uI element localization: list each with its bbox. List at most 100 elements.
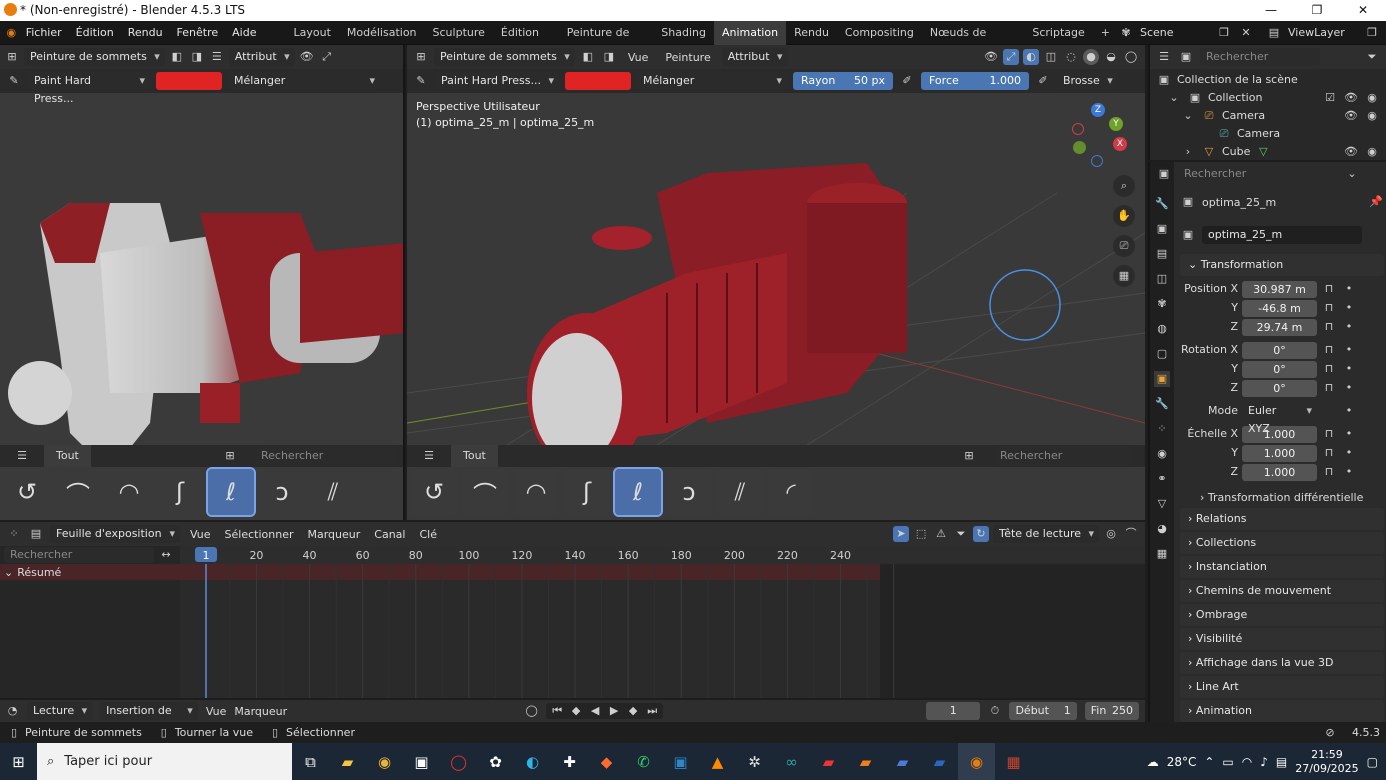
keyframe-dot-icon[interactable]: • xyxy=(1341,361,1357,377)
gizmo-neg-y[interactable] xyxy=(1073,141,1086,154)
current-frame-field[interactable]: 1 xyxy=(926,702,981,720)
tool-tab-icon[interactable]: 🔧 xyxy=(1154,196,1170,212)
keyframe-dot-icon[interactable]: • xyxy=(1341,426,1357,442)
edge-icon[interactable]: ◐ xyxy=(514,743,551,780)
gizmo-y[interactable]: Y xyxy=(1109,117,1123,131)
object-tab-icon[interactable]: ▣ xyxy=(1154,371,1170,387)
overlay-toggle-icon[interactable]: ◐ xyxy=(1023,49,1039,65)
whatsapp-icon[interactable]: ✆ xyxy=(625,743,662,780)
material-tab-icon[interactable]: ◕ xyxy=(1154,521,1170,537)
lock-icon[interactable]: ⊓ xyxy=(1321,426,1337,442)
outliner-item-collection[interactable]: ⌄ ▣ Collection ☑ 👁 ◉ xyxy=(1156,89,1380,107)
ki-app-icon[interactable]: ▰ xyxy=(884,743,921,780)
camera-view-icon[interactable]: ⎚ xyxy=(1113,235,1135,257)
next-keyframe-icon[interactable]: ◆ xyxy=(625,703,641,719)
brush-thumb[interactable]: ◠ xyxy=(106,469,152,515)
outliner-item-camera[interactable]: ⌄ ⎚ Camera 👁 ◉ xyxy=(1156,107,1380,125)
camera-render-icon[interactable]: ◉ xyxy=(1364,144,1380,160)
brush-menu-dropdown[interactable]: Brosse xyxy=(1057,72,1118,90)
scale-y-field[interactable]: 1.000 xyxy=(1242,444,1317,462)
left-viewport[interactable]: ⊞ Peinture de sommets ◧ ◨ ☰ Attribut 👁 ⤢… xyxy=(0,45,405,520)
tab-scriptage[interactable]: Scriptage xyxy=(1024,21,1092,45)
lock-icon[interactable]: ⊓ xyxy=(1321,300,1337,316)
gizmo-toggle-icon[interactable]: ⤢ xyxy=(1003,49,1019,65)
delete-scene-icon[interactable]: ✕ xyxy=(1238,25,1254,41)
keyframe-dot-icon[interactable]: • xyxy=(1341,281,1357,297)
editor-type-icon[interactable]: ◔ xyxy=(6,703,19,719)
menu-peinture[interactable]: Peinture xyxy=(659,51,716,64)
wifi-icon[interactable]: ◠ xyxy=(1242,755,1252,769)
notifications-icon[interactable]: ▢ xyxy=(1367,755,1378,769)
keyframe-dot-icon[interactable]: • xyxy=(1341,464,1357,480)
rotation-y-field[interactable]: 0° xyxy=(1242,360,1317,378)
chevron-down-icon[interactable]: ⌄ xyxy=(1180,108,1196,124)
filter-icon[interactable]: ⏷ xyxy=(953,526,969,542)
camera-render-icon[interactable]: ◉ xyxy=(1364,90,1380,106)
channel-search[interactable]: Rechercher xyxy=(4,547,154,563)
falloff-icon[interactable]: ⌒ xyxy=(1123,526,1139,542)
data-tab-icon[interactable]: ▽ xyxy=(1154,496,1170,512)
arduino-icon[interactable]: ∞ xyxy=(773,743,810,780)
task-view-icon[interactable]: ⧉ xyxy=(292,743,329,780)
play-icon[interactable]: ▶ xyxy=(606,703,622,719)
left-asset-search[interactable]: Rechercher xyxy=(255,447,395,465)
editor-type-icon[interactable]: ⁘ xyxy=(6,526,22,542)
brush-thumb[interactable]: ◠ xyxy=(513,469,559,515)
main-brush-dropdown[interactable]: Paint Hard Press... xyxy=(435,72,559,90)
keyframe-dot-icon[interactable]: • xyxy=(1341,342,1357,358)
material-shading-icon[interactable]: ◒ xyxy=(1103,49,1119,65)
close-button[interactable]: ✕ xyxy=(1340,0,1386,21)
texture-tab-icon[interactable]: ▦ xyxy=(1154,546,1170,562)
chrome-icon[interactable]: ◉ xyxy=(366,743,403,780)
left-brush-dropdown[interactable]: Paint Hard Press... xyxy=(28,72,150,105)
menu-edition[interactable]: Édition xyxy=(69,21,121,45)
properties-search[interactable]: Rechercher xyxy=(1178,165,1338,183)
weather-icon[interactable]: ☁ xyxy=(1147,755,1159,769)
eye-icon[interactable]: 👁 xyxy=(1343,108,1359,124)
menu-fichier[interactable]: Fichier xyxy=(19,21,69,45)
keyframe-dot-icon[interactable]: • xyxy=(1341,403,1357,419)
mask-icon[interactable]: ◧ xyxy=(169,49,185,65)
view-layer-tab-icon[interactable]: ◫ xyxy=(1154,271,1170,287)
view-icon[interactable]: 👁 xyxy=(299,49,315,65)
new-view-layer-icon[interactable]: ❐ xyxy=(1364,25,1380,41)
keyboard-icon[interactable]: ▤ xyxy=(1276,755,1287,769)
mask-icon[interactable]: ◧ xyxy=(580,49,596,65)
grid-view-icon[interactable]: ⊞ xyxy=(222,448,238,464)
position-y-field[interactable]: -46.8 m xyxy=(1242,299,1317,317)
file-explorer-icon[interactable]: ▰ xyxy=(329,743,366,780)
brave-icon[interactable]: ◆ xyxy=(588,743,625,780)
properties-type-icon[interactable]: ▣ xyxy=(1156,166,1172,182)
plus-app-icon[interactable]: ✚ xyxy=(551,743,588,780)
panel-instancing[interactable]: › Instanciation xyxy=(1180,556,1384,578)
menu-fenetre[interactable]: Fenêtre xyxy=(170,21,226,45)
solid-shading-icon[interactable]: ● xyxy=(1083,49,1099,65)
pressure-strength-icon[interactable]: ✐ xyxy=(1035,73,1051,89)
chevron-right-icon[interactable]: › xyxy=(1180,144,1196,160)
lock-icon[interactable]: ⊓ xyxy=(1321,319,1337,335)
f-app-icon[interactable]: ▰ xyxy=(810,743,847,780)
modifier-tab-icon[interactable]: 🔧 xyxy=(1154,396,1170,412)
lock-icon[interactable]: ⊓ xyxy=(1321,464,1337,480)
menu-vue[interactable]: Vue xyxy=(622,51,655,64)
temperature[interactable]: 28°C xyxy=(1167,755,1197,769)
keyframe-dot-icon[interactable]: • xyxy=(1341,300,1357,316)
left-blend-dropdown[interactable]: Mélanger xyxy=(228,72,380,90)
brush-thumb[interactable]: ⫽ xyxy=(717,469,763,515)
brush-thumb-selected[interactable]: ℓ xyxy=(206,467,256,517)
clock[interactable]: 21:59 27/09/2025 xyxy=(1295,748,1358,776)
mask-vertex-icon[interactable]: ◨ xyxy=(601,49,617,65)
rotation-mode-dropdown[interactable]: Euler XYZ xyxy=(1242,402,1317,435)
lock-icon[interactable]: ⊓ xyxy=(1321,380,1337,396)
lock-icon[interactable]: ⊓ xyxy=(1321,445,1337,461)
start-frame-field[interactable]: Début 1 xyxy=(1009,702,1077,720)
select-cursor-icon[interactable]: ➤ xyxy=(893,526,910,542)
dopesheet-icon[interactable]: ▤ xyxy=(28,526,44,542)
menu-rendu[interactable]: Rendu xyxy=(121,21,170,45)
outliner-item-camera-data[interactable]: ⎚ Camera xyxy=(1156,125,1380,143)
dopesheet-mode-dropdown[interactable]: Feuille d'exposition xyxy=(50,525,180,543)
brush-thumb-selected[interactable]: ℓ xyxy=(613,467,663,517)
tab-modelisation[interactable]: Modélisation xyxy=(339,21,425,45)
main-color-swatch[interactable] xyxy=(565,72,631,90)
prev-keyframe-icon[interactable]: ◆ xyxy=(568,703,584,719)
